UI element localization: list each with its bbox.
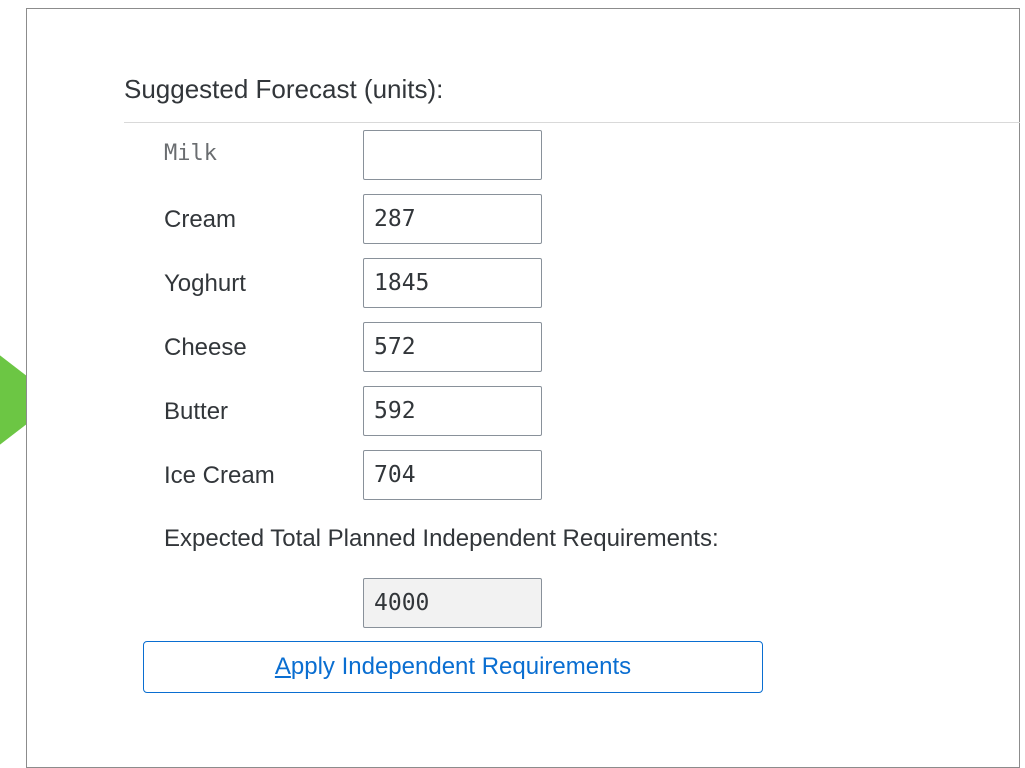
yoghurt-input[interactable] bbox=[363, 258, 542, 308]
section-divider bbox=[124, 122, 1020, 123]
section-title: Suggested Forecast (units): bbox=[124, 74, 444, 104]
button-mnemonic: A bbox=[274, 653, 291, 680]
yoghurt-label: Yoghurt bbox=[164, 270, 246, 297]
cheese-label: Cheese bbox=[164, 334, 247, 361]
total-value-field bbox=[363, 578, 542, 628]
total-label: Expected Total Planned Independent Requi… bbox=[164, 525, 719, 552]
ice-cream-label: Ice Cream bbox=[164, 462, 275, 489]
butter-label: Butter bbox=[164, 398, 229, 425]
button-label: pply Independent Requirements bbox=[290, 653, 632, 680]
cream-label: Cream bbox=[164, 206, 237, 233]
milk-label: Milk bbox=[164, 141, 217, 166]
cream-input[interactable] bbox=[363, 194, 542, 244]
butter-input[interactable] bbox=[363, 386, 542, 436]
cheese-input[interactable] bbox=[363, 322, 542, 372]
apply-independent-requirements-button[interactable]: Apply Independent Requirements bbox=[143, 641, 763, 693]
milk-input[interactable] bbox=[363, 130, 542, 180]
ice-cream-input[interactable] bbox=[363, 450, 542, 500]
